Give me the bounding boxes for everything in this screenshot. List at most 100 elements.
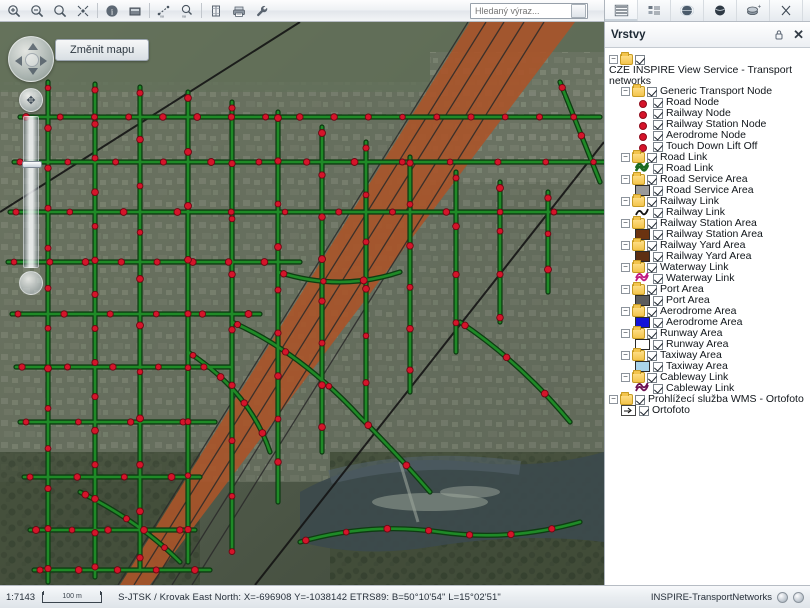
- pan-right-arrow-icon[interactable]: [40, 56, 47, 66]
- tab-add-layer[interactable]: +: [737, 0, 770, 21]
- close-icon[interactable]: ✕: [793, 27, 804, 43]
- zoom-slider-end-button[interactable]: [19, 271, 43, 295]
- search-button[interactable]: [571, 4, 586, 18]
- panel-header: Vrstvy ✕: [605, 22, 810, 48]
- pan-left-arrow-icon[interactable]: [15, 56, 22, 66]
- layer-checkbox[interactable]: [647, 196, 657, 207]
- identify-info-icon[interactable]: i: [101, 1, 123, 20]
- layer-checkbox[interactable]: [653, 119, 663, 130]
- tab-globe-blue[interactable]: [671, 0, 704, 21]
- expander-icon[interactable]: −: [609, 395, 618, 404]
- right-panel: + Vrstvy ✕ − CZE INSPIRE View Service - T…: [604, 0, 810, 585]
- zoom-full-extent-icon[interactable]: [49, 1, 71, 20]
- layer-checkbox[interactable]: [653, 251, 663, 262]
- expander-icon[interactable]: −: [621, 373, 630, 382]
- expander-icon[interactable]: −: [609, 55, 618, 64]
- layer-checkbox[interactable]: [647, 174, 657, 185]
- svg-text:xy: xy: [160, 13, 164, 18]
- pan-direction-pad[interactable]: [8, 36, 54, 82]
- search-box[interactable]: [470, 3, 588, 19]
- print-icon[interactable]: [228, 1, 250, 20]
- layer-tree[interactable]: − CZE INSPIRE View Service - Transport ne…: [605, 48, 810, 585]
- tools-wrench-icon[interactable]: [251, 1, 273, 20]
- measure-area-icon[interactable]: xy: [176, 1, 198, 20]
- zoom-slider[interactable]: [22, 116, 42, 268]
- map-canvas[interactable]: ✥ Změnit mapu: [0, 22, 604, 585]
- layer-label: Road Link: [660, 151, 708, 164]
- legend-icon[interactable]: [205, 1, 227, 20]
- layer-checkbox[interactable]: [647, 328, 657, 339]
- change-map-button[interactable]: Změnit mapu: [55, 39, 150, 61]
- layer-checkbox[interactable]: [653, 383, 663, 394]
- status-indicator-2[interactable]: [793, 591, 804, 603]
- pan-center-button[interactable]: [25, 53, 39, 67]
- expander-icon[interactable]: −: [621, 307, 630, 316]
- layer-checkbox[interactable]: [653, 130, 663, 141]
- layer-checkbox[interactable]: [653, 163, 663, 174]
- select-rectangle-icon[interactable]: [124, 1, 146, 20]
- layer-checkbox[interactable]: [635, 394, 645, 405]
- search-input[interactable]: [471, 4, 571, 18]
- status-indicator-1[interactable]: [777, 591, 788, 603]
- tab-measure[interactable]: [770, 0, 803, 21]
- scale-bar-label: 100 m: [62, 593, 82, 600]
- layer-checkbox[interactable]: [647, 152, 657, 163]
- zoom-out-icon[interactable]: [26, 1, 48, 20]
- layer-checkbox[interactable]: [647, 306, 657, 317]
- expander-icon[interactable]: −: [621, 175, 630, 184]
- layer-checkbox[interactable]: [653, 207, 663, 218]
- tab-legend[interactable]: [638, 0, 671, 21]
- zoom-extent-button[interactable]: ✥: [19, 88, 43, 112]
- folder-icon: [632, 304, 645, 317]
- svg-text:+: +: [757, 4, 760, 10]
- expander-icon[interactable]: −: [621, 329, 630, 338]
- layer-checkbox[interactable]: [635, 54, 645, 65]
- layer-checkbox[interactable]: [647, 86, 657, 97]
- pan-up-arrow-icon[interactable]: [28, 43, 38, 50]
- layer-checkbox[interactable]: [653, 97, 663, 108]
- pan-down-arrow-icon[interactable]: [28, 68, 38, 75]
- expander-icon[interactable]: −: [621, 197, 630, 206]
- layer-label: CZE INSPIRE View Service - Transport net…: [609, 64, 793, 87]
- folder-icon: [632, 260, 645, 273]
- measure-distance-icon[interactable]: xy: [153, 1, 175, 20]
- layer-checkbox[interactable]: [647, 218, 657, 229]
- expander-icon[interactable]: −: [621, 351, 630, 360]
- pan-icon[interactable]: [72, 1, 94, 20]
- layer-checkbox[interactable]: [653, 141, 663, 152]
- tab-layers[interactable]: [605, 0, 638, 21]
- layer-checkbox[interactable]: [653, 108, 663, 119]
- expander-icon[interactable]: −: [621, 87, 630, 96]
- layer-label: Railway Yard Area: [660, 239, 746, 252]
- gis-map-application: i xy xy Hledaný výraz... ✥ Změnit mapu +…: [0, 0, 810, 608]
- layer-label: Railway Node: [666, 107, 731, 120]
- layer-checkbox[interactable]: [647, 372, 657, 383]
- layer-checkbox[interactable]: [647, 240, 657, 251]
- layer-checkbox[interactable]: [653, 317, 663, 328]
- layer-checkbox[interactable]: [653, 295, 663, 306]
- expander-icon[interactable]: −: [621, 241, 630, 250]
- expander-icon[interactable]: −: [621, 153, 630, 162]
- toolbar-divider-3: [201, 3, 202, 18]
- layer-group-row[interactable]: − CZE INSPIRE View Service - Transport ne…: [609, 52, 810, 87]
- expander-icon[interactable]: −: [621, 263, 630, 272]
- layer-checkbox[interactable]: [653, 185, 663, 196]
- zoom-slider-thumb[interactable]: [22, 161, 42, 168]
- layer-checkbox[interactable]: [647, 284, 657, 295]
- zoom-in-icon[interactable]: [3, 1, 25, 20]
- layer-label: Ortofoto: [652, 404, 690, 417]
- layer-checkbox[interactable]: [653, 229, 663, 240]
- expander-icon[interactable]: −: [621, 219, 630, 228]
- layer-checkbox[interactable]: [653, 273, 663, 284]
- pin-icon[interactable]: [773, 29, 785, 41]
- layer-checkbox[interactable]: [653, 361, 663, 372]
- layer-checkbox[interactable]: [647, 350, 657, 361]
- layer-checkbox[interactable]: [639, 405, 649, 416]
- layer-row[interactable]: Ortofoto: [609, 405, 810, 416]
- line-symbol-icon: [635, 383, 650, 394]
- layer-checkbox[interactable]: [653, 339, 663, 350]
- tab-globe-dark[interactable]: [704, 0, 737, 21]
- layer-group-row[interactable]: − Prohlížecí služba WMS - Ortofoto: [609, 392, 810, 405]
- expander-icon[interactable]: −: [621, 285, 630, 294]
- layer-checkbox[interactable]: [647, 262, 657, 273]
